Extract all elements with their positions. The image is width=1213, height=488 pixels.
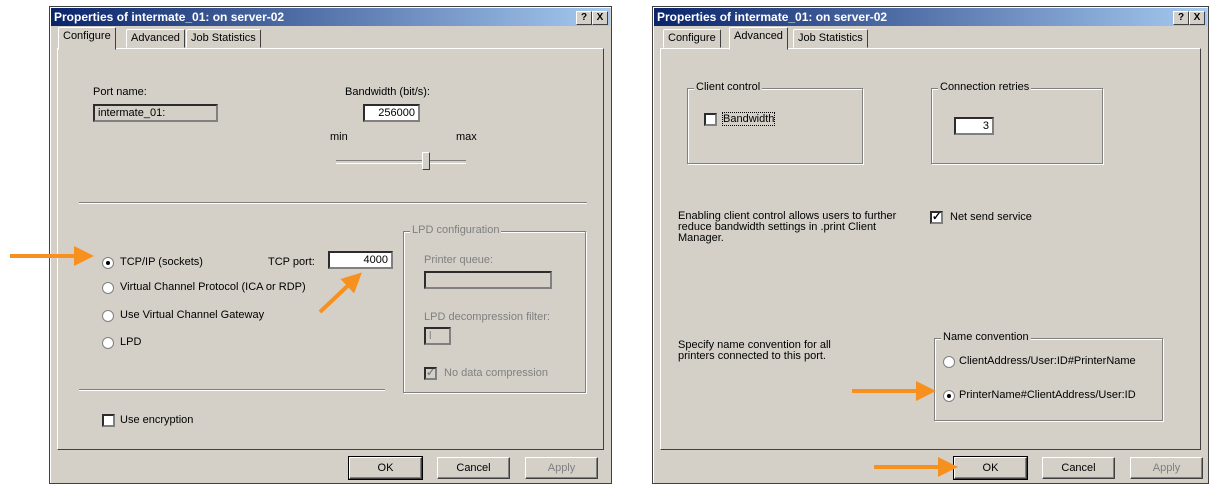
- arrow-to-tcp-port: [318, 272, 362, 314]
- arrow-icon: [10, 246, 958, 477]
- left-tab-configure[interactable]: Configure: [58, 27, 116, 50]
- right-tab-advanced[interactable]: Advanced: [729, 27, 788, 50]
